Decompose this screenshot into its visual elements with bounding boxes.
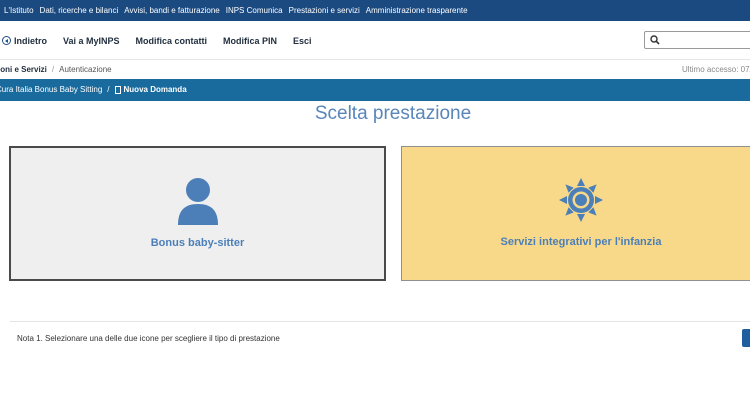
top-nav-trasparente[interactable]: Amministrazione trasparente — [366, 6, 468, 15]
top-nav: L'Istituto Dati, ricerche e bilanci Avvi… — [0, 0, 750, 21]
divider — [10, 321, 750, 322]
edit-contacts-link[interactable]: Modifica contatti — [136, 36, 208, 46]
main-toolbar: Indietro Vai a MyINPS Modifica contatti … — [0, 21, 750, 60]
option-label: Servizi integrativi per l'infanzia — [500, 236, 662, 248]
app-breadcrumb-section[interactable]: Cura Italia Bonus Baby Sitting — [0, 85, 102, 94]
app-breadcrumb: Cura Italia Bonus Baby Sitting / Nuova D… — [0, 79, 750, 101]
myinps-link[interactable]: Vai a MyINPS — [63, 36, 120, 46]
selection-note: Nota 1. Selezionare una delle due icone … — [17, 334, 280, 343]
option-bonus-babysitter[interactable]: Bonus baby-sitter — [9, 146, 386, 281]
edit-pin-link[interactable]: Modifica PIN — [223, 36, 277, 46]
document-icon — [114, 85, 121, 94]
app-breadcrumb-current: Nuova Domanda — [123, 85, 187, 94]
option-servizi-infanzia[interactable]: Servizi integrativi per l'infanzia — [401, 146, 750, 281]
top-nav-prestazioni[interactable]: Prestazioni e servizi — [289, 6, 360, 15]
breadcrumb-auth: Autenticazione — [59, 65, 112, 74]
back-button[interactable]: Indietro — [2, 36, 47, 46]
top-nav-avvisi[interactable]: Avvisi, bandi e fatturazione — [124, 6, 219, 15]
continue-button[interactable] — [742, 329, 750, 347]
top-nav-istituto[interactable]: L'Istituto — [4, 6, 34, 15]
breadcrumb-services[interactable]: zioni e Servizi — [0, 65, 47, 74]
search-input[interactable] — [644, 31, 750, 49]
breadcrumb: zioni e Servizi/Autenticazione Ultimo ac… — [0, 60, 750, 79]
top-nav-comunica[interactable]: INPS Comunica — [226, 6, 283, 15]
sun-icon — [559, 178, 603, 222]
person-icon — [177, 178, 218, 225]
logout-link[interactable]: Esci — [293, 36, 312, 46]
search-icon — [650, 35, 660, 45]
back-label: Indietro — [14, 35, 47, 46]
last-access: Ultimo accesso: 07/0 — [682, 65, 750, 74]
top-nav-dati[interactable]: Dati, ricerche e bilanci — [40, 6, 119, 15]
option-label: Bonus baby-sitter — [150, 237, 245, 249]
page-title: Scelta prestazione — [314, 103, 472, 124]
back-arrow-icon — [2, 36, 11, 45]
